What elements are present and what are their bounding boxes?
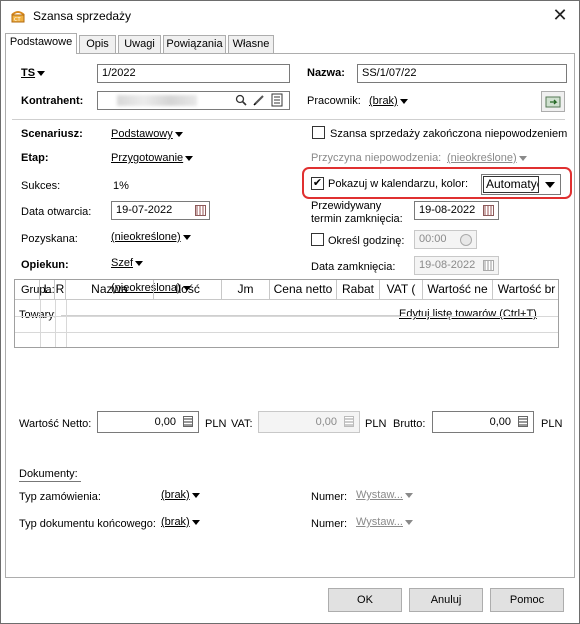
godzina-label: Określ godzinę: bbox=[328, 235, 405, 247]
typ-zamowienia-dropdown[interactable]: (brak) bbox=[161, 489, 200, 501]
etap-dropdown[interactable]: Przygotowanie bbox=[111, 152, 194, 164]
separator bbox=[19, 481, 81, 482]
help-button[interactable]: Pomoc bbox=[490, 588, 564, 612]
nazwa-label: Nazwa: bbox=[307, 67, 345, 79]
tab-podstawowe[interactable]: Podstawowe bbox=[5, 33, 77, 54]
pozyskana-label: Pozyskana: bbox=[21, 233, 78, 245]
grid-header-r[interactable]: R bbox=[55, 280, 66, 300]
clock-icon bbox=[460, 234, 472, 246]
close-button[interactable]: ✕ bbox=[547, 3, 573, 27]
calculator-icon bbox=[344, 416, 354, 427]
netto-label: Wartość Netto: bbox=[19, 418, 92, 430]
godzina-checkbox[interactable] bbox=[311, 233, 324, 246]
przyczyna-dropdown[interactable]: (nieokreślone) bbox=[447, 152, 527, 164]
kalendarz-label: Pokazuj w kalendarzu, kolor: bbox=[328, 178, 469, 190]
netto-currency: PLN bbox=[205, 418, 227, 430]
data-zamkniecia-label: Data zamknięcia: bbox=[311, 261, 396, 273]
grid-col-line bbox=[40, 300, 41, 347]
ts-label[interactable]: TS bbox=[21, 67, 46, 79]
list-icon[interactable] bbox=[271, 93, 283, 107]
color-select[interactable]: Automatyczny bbox=[481, 174, 561, 195]
grid-header-rabat[interactable]: Rabat bbox=[337, 280, 380, 300]
dialog-window: CT Szansa sprzedaży ✕ Podstawowe Opis Uw… bbox=[0, 0, 580, 624]
transfer-icon bbox=[545, 96, 561, 108]
vat-currency: PLN bbox=[365, 418, 387, 430]
grid-header-jm[interactable]: Jm bbox=[222, 280, 270, 300]
grid-row-line bbox=[15, 316, 558, 317]
opiekun-label: Opiekun: bbox=[21, 259, 69, 271]
ok-button[interactable]: OK bbox=[328, 588, 402, 612]
numer-label-2: Numer: bbox=[311, 518, 348, 530]
grid-header-ilosc[interactable]: Ilość bbox=[154, 280, 222, 300]
items-grid[interactable]: L R Nazwa Ilość Jm Cena netto Rabat VAT … bbox=[14, 279, 559, 348]
calendar-icon[interactable] bbox=[483, 205, 494, 216]
tab-powiazania[interactable]: Powiązania bbox=[163, 35, 226, 53]
typ-koncowego-label: Typ dokumentu końcowego: bbox=[19, 518, 156, 530]
grid-col-line bbox=[55, 300, 56, 347]
grid-header-vat[interactable]: VAT ( bbox=[380, 280, 423, 300]
typ-zamowienia-label: Typ zamówienia: bbox=[19, 491, 101, 503]
grid-col-line bbox=[66, 300, 67, 347]
calculator-icon[interactable] bbox=[183, 416, 193, 427]
grid-header-wartosc-brutto[interactable]: Wartość br bbox=[493, 280, 558, 300]
svg-text:CT: CT bbox=[14, 17, 21, 23]
separator bbox=[12, 119, 565, 120]
pozyskana-dropdown[interactable]: (nieokreślone) bbox=[111, 231, 191, 243]
vat-label: VAT: bbox=[231, 418, 253, 430]
chevron-down-icon bbox=[545, 182, 555, 188]
grid-header-nazwa[interactable]: Nazwa bbox=[66, 280, 154, 300]
search-icon[interactable] bbox=[235, 94, 247, 106]
etap-label: Etap: bbox=[21, 152, 49, 164]
nazwa-field[interactable]: SS/1/07/22 bbox=[357, 64, 567, 83]
cancel-button[interactable]: Anuluj bbox=[409, 588, 483, 612]
zakonczona-label: Szansa sprzedaży zakończona niepowodzeni… bbox=[330, 128, 568, 140]
scenariusz-label: Scenariusz: bbox=[21, 128, 83, 140]
numer-dropdown-1[interactable]: Wystaw... bbox=[356, 489, 413, 501]
kontrahent-label: Kontrahent: bbox=[21, 95, 84, 107]
brutto-currency: PLN bbox=[541, 418, 563, 430]
tab-uwagi[interactable]: Uwagi bbox=[118, 35, 161, 53]
scenariusz-dropdown[interactable]: Podstawowy bbox=[111, 128, 183, 140]
window-title: Szansa sprzedaży bbox=[33, 9, 132, 23]
grid-header-cena-netto[interactable]: Cena netto bbox=[270, 280, 337, 300]
pencil-icon[interactable] bbox=[253, 94, 265, 106]
grid-row-line bbox=[15, 332, 558, 333]
pracownik-label: Pracownik: bbox=[307, 95, 361, 107]
numer-label-1: Numer: bbox=[311, 491, 348, 503]
kontrahent-blurred-value bbox=[117, 95, 197, 106]
ts-number-field[interactable]: 1/2022 bbox=[97, 64, 290, 83]
tab-opis[interactable]: Opis bbox=[79, 35, 116, 53]
calendar-icon bbox=[483, 260, 494, 271]
grid-header-empty bbox=[15, 280, 40, 300]
zakonczona-checkbox[interactable] bbox=[312, 126, 325, 139]
dokumenty-label: Dokumenty: bbox=[19, 468, 78, 480]
color-select-value: Automatyczny bbox=[483, 176, 539, 193]
typ-koncowego-dropdown[interactable]: (brak) bbox=[161, 516, 200, 528]
sukces-label: Sukces: bbox=[21, 180, 61, 192]
kalendarz-checkbox[interactable]: ✔ bbox=[311, 177, 324, 190]
pracownik-dropdown[interactable]: (brak) bbox=[369, 95, 408, 107]
opiekun-dropdown[interactable]: Szef bbox=[111, 257, 144, 269]
grid-header-l[interactable]: L bbox=[40, 280, 55, 300]
calendar-icon[interactable] bbox=[195, 205, 206, 216]
przyczyna-label: Przyczyna niepowodzenia: bbox=[311, 152, 442, 164]
brutto-label: Brutto: bbox=[393, 418, 426, 430]
sukces-value: 1% bbox=[113, 180, 129, 192]
data-otwarcia-label: Data otwarcia: bbox=[21, 206, 92, 218]
przewidywany-label-2: termin zamknięcia: bbox=[311, 213, 403, 225]
tab-wlasne[interactable]: Własne bbox=[228, 35, 274, 53]
numer-dropdown-2[interactable]: Wystaw... bbox=[356, 516, 413, 528]
app-icon: CT bbox=[11, 11, 25, 23]
przewidywany-label-1: Przewidywany bbox=[311, 200, 382, 212]
grid-header-wartosc-netto[interactable]: Wartość ne bbox=[423, 280, 493, 300]
calculator-icon[interactable] bbox=[518, 416, 528, 427]
title-bar: CT Szansa sprzedaży ✕ bbox=[1, 1, 579, 31]
refresh-employee-button[interactable] bbox=[541, 91, 565, 112]
